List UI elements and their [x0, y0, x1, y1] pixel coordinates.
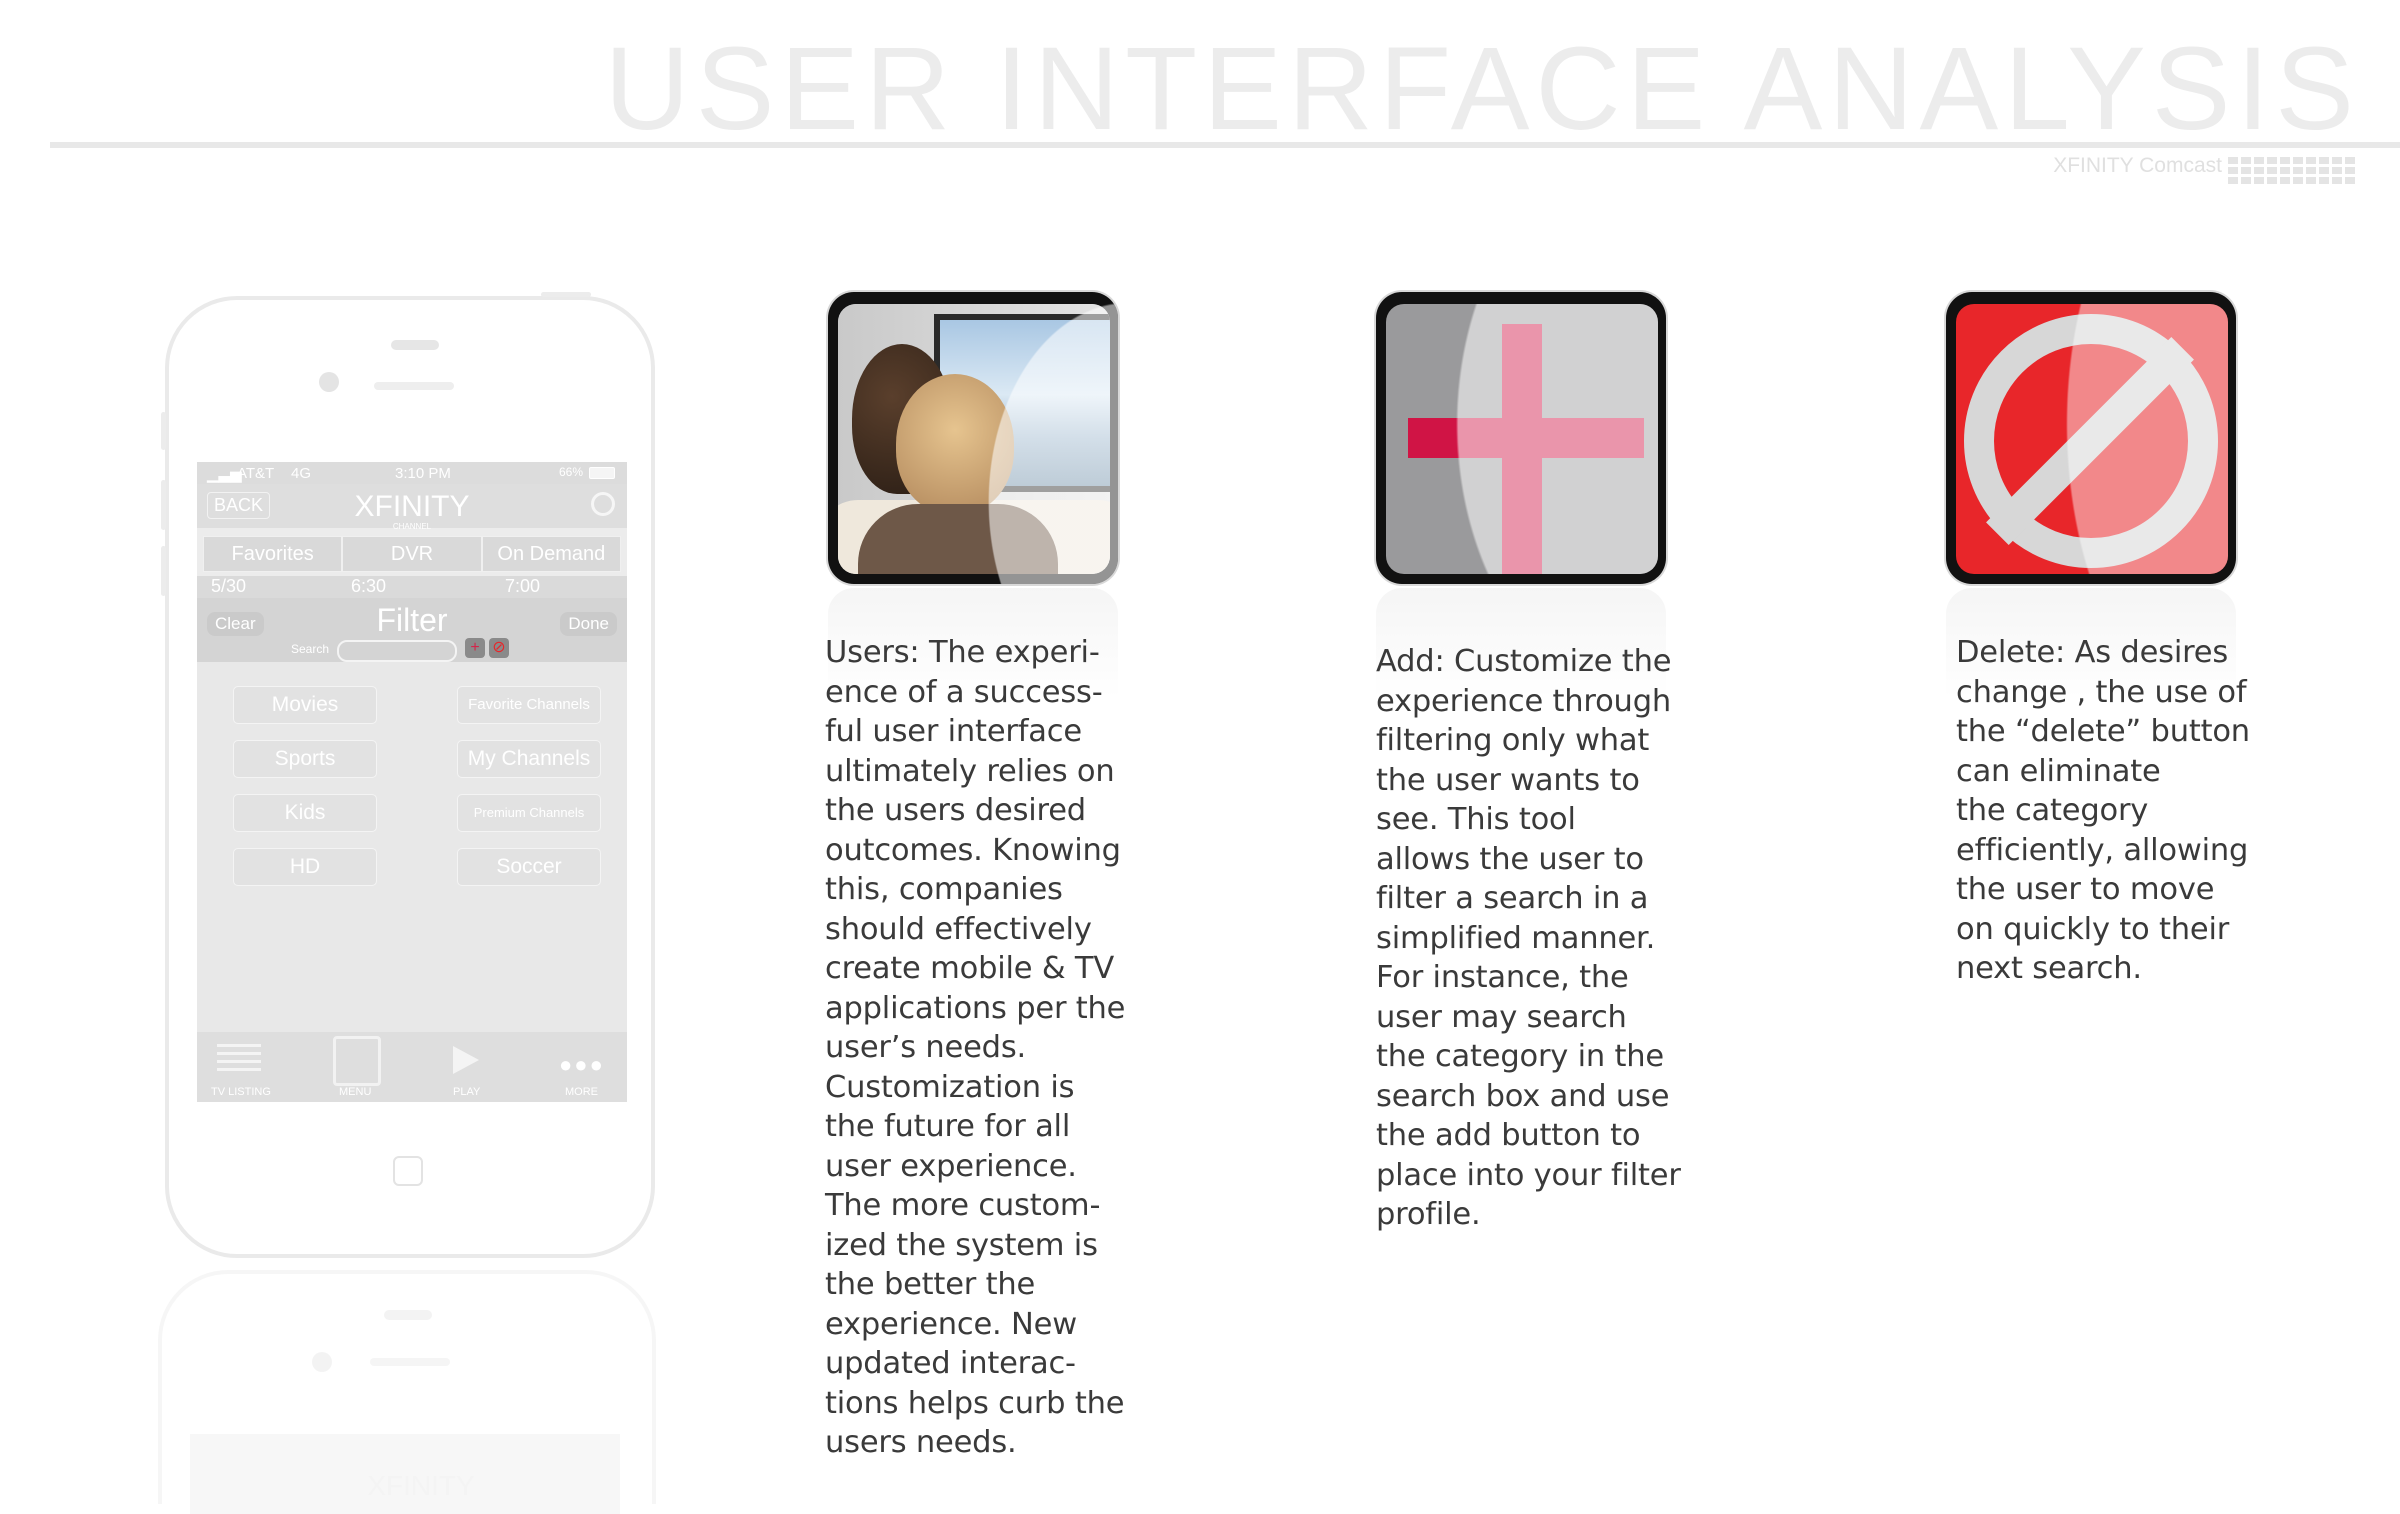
tab-on-demand[interactable]: On Demand	[481, 536, 621, 572]
page-title: USER INTERFACE ANALYSIS	[604, 23, 2360, 155]
time-label: 6:30	[351, 576, 387, 596]
add-icon-card	[1376, 292, 1666, 584]
status-bar: ▁▃▅ AT&T 4G 3:10 PM 66%	[197, 462, 627, 484]
tab-dvr[interactable]: DVR	[342, 536, 482, 572]
battery-label: 66%	[559, 465, 584, 479]
header-divider	[50, 142, 2400, 148]
users-description: Users: The experi- ence of a success- fu…	[825, 635, 1126, 1460]
done-button[interactable]: Done	[560, 612, 617, 636]
list-icon[interactable]	[217, 1044, 261, 1074]
time-row: 5/30 6:30 7:00	[197, 576, 627, 598]
filter-bar: Clear Filter Done Search + ⊘	[197, 598, 627, 662]
time-label: 5/30	[211, 576, 247, 596]
phone-side-button	[161, 412, 166, 450]
phone-side-button	[161, 546, 166, 596]
phone-camera	[319, 372, 339, 392]
category-button-movies[interactable]: Movies	[233, 686, 377, 724]
bottom-tab-bar: ●●● TV LISTING MENU PLAY MORE	[197, 1032, 627, 1102]
card-gloss	[1956, 304, 2228, 574]
category-button-hd[interactable]: HD	[233, 848, 377, 886]
more-icon[interactable]: ●●●	[559, 1052, 605, 1078]
play-icon[interactable]	[453, 1046, 479, 1074]
tab-label-menu: MENU	[339, 1086, 372, 1098]
nav-bar: BACK XFINITY CHANNEL	[197, 484, 627, 531]
battery-icon	[589, 467, 615, 479]
carrier-label: AT&T	[237, 465, 275, 482]
add-description: Add: Customize the experience through fi…	[1376, 644, 1681, 1232]
network-label: 4G	[291, 465, 312, 482]
home-button	[393, 1156, 423, 1186]
tab-label-play: PLAY	[453, 1086, 481, 1098]
category-button-soccer[interactable]: Soccer	[457, 848, 601, 886]
phone-reflection: XFINITY	[158, 1270, 656, 1514]
reflection-camera	[312, 1352, 332, 1372]
time-label: 7:00	[505, 576, 541, 596]
tab-bar: Favorites DVR On Demand	[203, 536, 621, 572]
tab-label-tv-listing: TV LISTING	[211, 1086, 271, 1098]
card-gloss	[828, 292, 1118, 584]
phone-earpiece	[374, 382, 454, 390]
mini-delete-icon[interactable]: ⊘	[489, 638, 509, 658]
search-icon[interactable]	[591, 492, 615, 516]
app-logo-sub: CHANNEL	[392, 522, 432, 531]
category-grid: Movies Sports Kids HD Favorite Channels …	[197, 662, 627, 1032]
search-input[interactable]	[337, 640, 457, 662]
search-label: Search	[291, 642, 330, 656]
phone-screen: ▁▃▅ AT&T 4G 3:10 PM 66% BACK XFINITY CHA…	[197, 462, 627, 1102]
reflection-logo: XFINITY	[367, 1470, 475, 1501]
clock-label: 3:10 PM	[395, 465, 451, 482]
film-icon[interactable]	[333, 1036, 381, 1086]
users-photo-card	[828, 292, 1118, 584]
delete-icon-card	[1946, 292, 2236, 584]
page-subtitle: XFINITY Comcast	[2053, 154, 2222, 177]
reflection-earpiece	[370, 1358, 450, 1366]
category-button-premium-channels[interactable]: Premium Channels	[457, 794, 601, 832]
category-button-favorite-channels[interactable]: Favorite Channels	[457, 686, 601, 724]
app-logo: XFINITY CHANNEL	[197, 490, 627, 531]
category-button-my-channels[interactable]: My Channels	[457, 740, 601, 778]
phone-speaker	[391, 340, 439, 350]
app-logo-text: XFINITY	[354, 490, 470, 523]
reflection-speaker	[384, 1310, 432, 1320]
phone-mockup: ▁▃▅ AT&T 4G 3:10 PM 66% BACK XFINITY CHA…	[161, 292, 655, 1258]
category-button-sports[interactable]: Sports	[233, 740, 377, 778]
delete-description: Delete: As desires change , the use of t…	[1956, 635, 2250, 986]
card-gloss	[1386, 304, 1658, 574]
tab-label-more: MORE	[565, 1086, 598, 1098]
grid-pattern-icon	[2228, 156, 2356, 184]
tab-favorites[interactable]: Favorites	[203, 536, 343, 572]
category-button-kids[interactable]: Kids	[233, 794, 377, 832]
phone-side-button	[161, 480, 166, 530]
phone-top-button	[541, 292, 591, 297]
mini-add-icon[interactable]: +	[465, 638, 485, 658]
